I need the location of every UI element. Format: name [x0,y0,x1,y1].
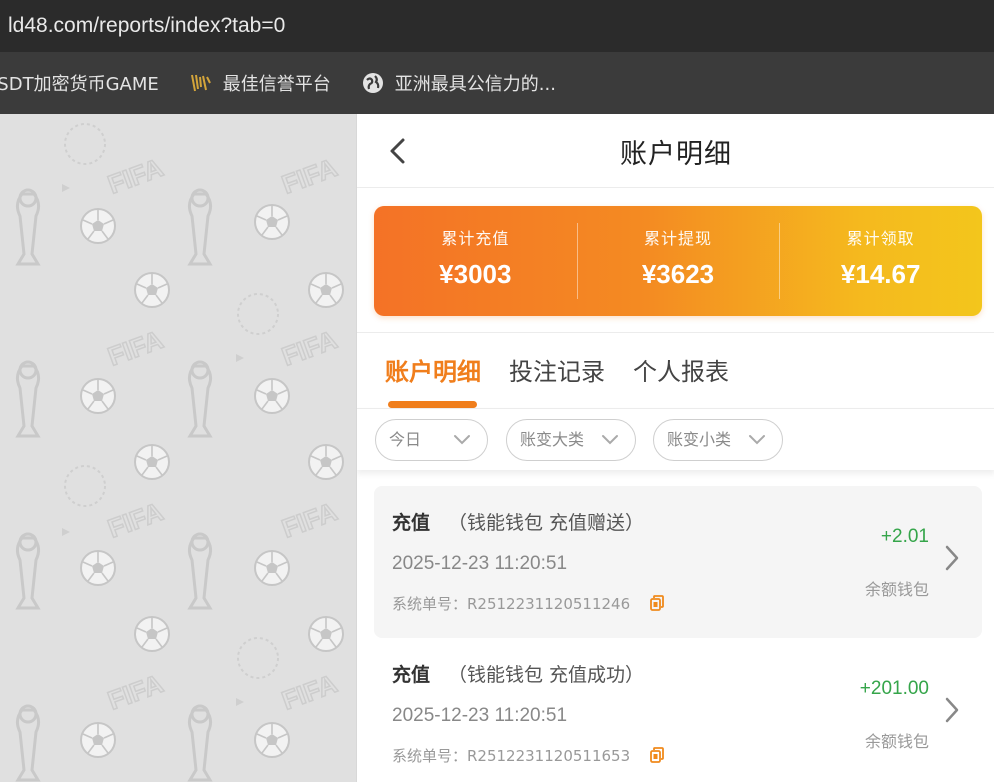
summary-value: ¥14.67 [840,259,921,289]
record-wallet: 余额钱包 [864,732,929,751]
bookmark-best-reputation[interactable]: 最佳信誉平台 [189,70,331,96]
filter-bar: 今日 账变大类 账变小类 [357,408,994,470]
chevron-down-icon [454,435,470,445]
summary-label: 累计充值 [441,229,510,248]
record-time: 2025-12-23 11:20:51 [392,553,568,574]
background-pattern: FIFA [0,114,356,782]
record-type: 充值 [392,664,431,686]
copy-icon[interactable] [650,747,664,763]
summary-total-claimed: 累计领取 ¥14.67 [779,206,982,316]
list-item[interactable]: 充值 （钱能钱包 充值赠送） 2025-12-23 11:20:51 系统单号：… [374,486,982,638]
summary-label: 累计领取 [846,229,915,248]
address-bar[interactable]: ld48.com/reports/index?tab=0 [0,0,994,52]
record-detail: （钱能钱包 充值赠送） [448,512,645,534]
tab-personal-report[interactable]: 个人报表 [633,352,729,387]
nav-bar: 账户明细 [357,114,994,188]
account-details-panel: 账户明细 累计充值 ¥3003 累计提现 ¥3623 累计领取 ¥14.67 账… [356,114,994,782]
chevron-right-icon [945,697,959,723]
divider [357,332,994,333]
tab-account-details[interactable]: 账户明细 [385,352,481,387]
brand-logo-icon [189,71,213,95]
summary-value: ¥3623 [641,259,715,289]
summary-value: ¥3003 [439,259,512,289]
bookmarks-bar: JSDT加密货币GAME 最佳信誉平台 亚洲最具公信力的... [0,52,994,114]
record-order-number: 系统单号：R2512231120511246 [392,595,631,613]
bookmark-label: 亚洲最具公信力的... [394,74,556,95]
tab-bar: 账户明细 投注记录 个人报表 [385,352,757,387]
bookmark-usdt-game[interactable]: JSDT加密货币GAME [0,70,159,96]
summary-total-deposit: 累计充值 ¥3003 [374,206,577,316]
active-tab-indicator [388,401,477,408]
page-title: 账户明细 [620,139,732,170]
url-text: ld48.com/reports/index?tab=0 [8,14,286,37]
record-amount: +201.00 [859,678,929,699]
bookmark-asia-credibility[interactable]: 亚洲最具公信力的... [361,70,556,96]
chevron-down-icon [749,435,765,445]
bookmark-label: JSDT加密货币GAME [0,74,159,95]
record-amount: +2.01 [880,526,929,547]
bookmark-label: 最佳信誉平台 [222,74,331,95]
filter-label: 账变小类 [667,430,732,449]
chevron-right-icon [945,545,959,571]
tab-bet-records[interactable]: 投注记录 [509,352,605,387]
list-item[interactable]: 充值 （钱能钱包 充值成功） 2025-12-23 11:20:51 系统单号：… [374,638,982,782]
copy-icon[interactable] [650,595,664,611]
globe-icon [361,71,385,95]
chevron-down-icon [602,435,618,445]
filter-label: 账变大类 [520,430,585,449]
category-filter-dropdown[interactable]: 账变大类 [506,419,636,461]
subcategory-filter-dropdown[interactable]: 账变小类 [653,419,783,461]
record-wallet: 余额钱包 [864,580,929,599]
date-filter-dropdown[interactable]: 今日 [375,419,488,461]
filter-label: 今日 [389,430,422,449]
summary-label: 累计提现 [644,229,713,248]
record-detail: （钱能钱包 充值成功） [448,664,645,686]
summary-total-withdraw: 累计提现 ¥3623 [576,206,780,316]
record-order-number: 系统单号：R2512231120511653 [392,747,631,765]
record-type: 充值 [392,512,431,534]
summary-card: 累计充值 ¥3003 累计提现 ¥3623 累计领取 ¥14.67 [374,206,982,316]
record-time: 2025-12-23 11:20:51 [392,705,568,726]
